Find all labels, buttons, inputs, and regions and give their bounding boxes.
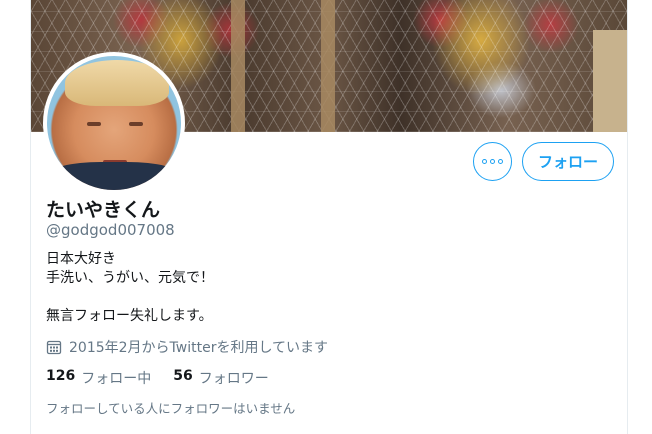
join-date: 2015年2月からTwitterを利用しています xyxy=(46,337,328,357)
avatar[interactable] xyxy=(43,52,185,194)
following-count: 126 xyxy=(46,368,76,384)
following-label: フォロー中 xyxy=(81,371,152,387)
bio-line: 無言フォロー失礼します。 xyxy=(46,308,213,324)
avatar-eye xyxy=(87,122,101,126)
more-horizontal-icon xyxy=(490,159,495,164)
follow-button[interactable]: フォロー xyxy=(522,142,614,181)
avatar-eye xyxy=(129,122,143,126)
bio-line: 日本大好き xyxy=(46,251,116,267)
profile-card: フォロー たいやきくん @godgod007008 日本大好き 手洗い、うがい、… xyxy=(30,0,628,434)
followers-stat[interactable]: 56 フォロワー xyxy=(173,368,268,388)
banner-sign xyxy=(593,30,627,132)
profile-name: たいやきくん xyxy=(46,199,161,221)
profile-stats: 126 フォロー中 56 フォロワー xyxy=(46,368,269,388)
bio-line: 手洗い、うがい、元気で！ xyxy=(46,270,214,286)
followers-you-know-note: フォローしている人にフォロワーはいません xyxy=(46,401,296,416)
banner-pillar xyxy=(321,0,335,132)
avatar-suit xyxy=(47,162,181,190)
profile-handle[interactable]: @godgod007008 xyxy=(46,221,175,239)
more-horizontal-icon xyxy=(482,159,487,164)
profile-bio: 日本大好き 手洗い、うがい、元気で！ 無言フォロー失礼します。 xyxy=(46,250,214,326)
calendar-icon xyxy=(46,339,62,355)
followers-label: フォロワー xyxy=(198,371,269,387)
join-date-text: 2015年2月からTwitterを利用しています xyxy=(69,340,329,356)
bio-line xyxy=(46,288,214,307)
followers-count: 56 xyxy=(173,368,193,384)
following-stat[interactable]: 126 フォロー中 xyxy=(46,368,151,388)
more-button[interactable] xyxy=(473,142,512,181)
avatar-hair xyxy=(65,60,169,106)
more-horizontal-icon xyxy=(498,159,503,164)
banner-pillar xyxy=(231,0,245,132)
